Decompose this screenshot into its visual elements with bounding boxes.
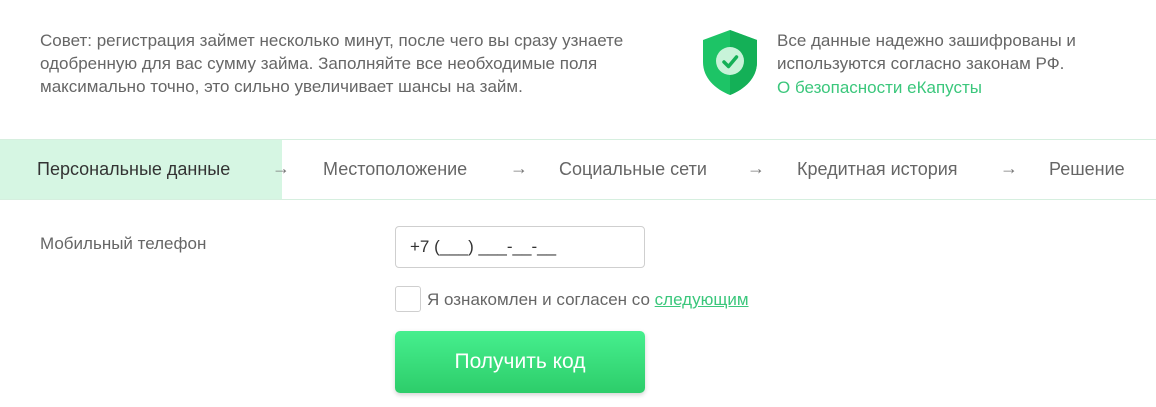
step-social-networks: Социальные сети	[559, 159, 707, 179]
registration-steps: Персональные данные → Местоположение → С…	[0, 139, 1156, 200]
agreement-link[interactable]: следующим	[655, 290, 749, 309]
agreement-checkbox[interactable]	[395, 286, 421, 312]
agreement-text: Я ознакомлен и согласен со следующим	[427, 290, 749, 310]
security-text-line-2: используются согласно законам РФ.	[777, 54, 1065, 73]
get-code-button[interactable]: Получить код	[395, 331, 645, 393]
step-personal-data: Персональные данные	[0, 140, 282, 199]
step-decision: Решение	[1049, 159, 1125, 179]
phone-input[interactable]	[395, 226, 645, 268]
step-arrow-3: →	[747, 158, 765, 178]
shield-check-icon	[703, 30, 757, 95]
step-credit-history: Кредитная история	[797, 159, 958, 179]
security-info-link[interactable]: О безопасности еКапусты	[777, 76, 1137, 99]
phone-label: Мобильный телефон	[40, 234, 207, 253]
step-arrow-4: →	[1000, 158, 1018, 178]
agreement-label: Я ознакомлен и согласен со	[427, 290, 650, 309]
security-text-line-1: Все данные надежно зашифрованы и	[777, 31, 1076, 50]
step-location: Местоположение	[323, 159, 468, 179]
step-arrow-1: →	[272, 158, 290, 178]
security-info: Все данные надежно зашифрованы и использ…	[777, 29, 1137, 99]
step-arrow-2: →	[510, 158, 528, 178]
registration-tip: Совет: регистрация займет несколько мину…	[40, 31, 624, 96]
